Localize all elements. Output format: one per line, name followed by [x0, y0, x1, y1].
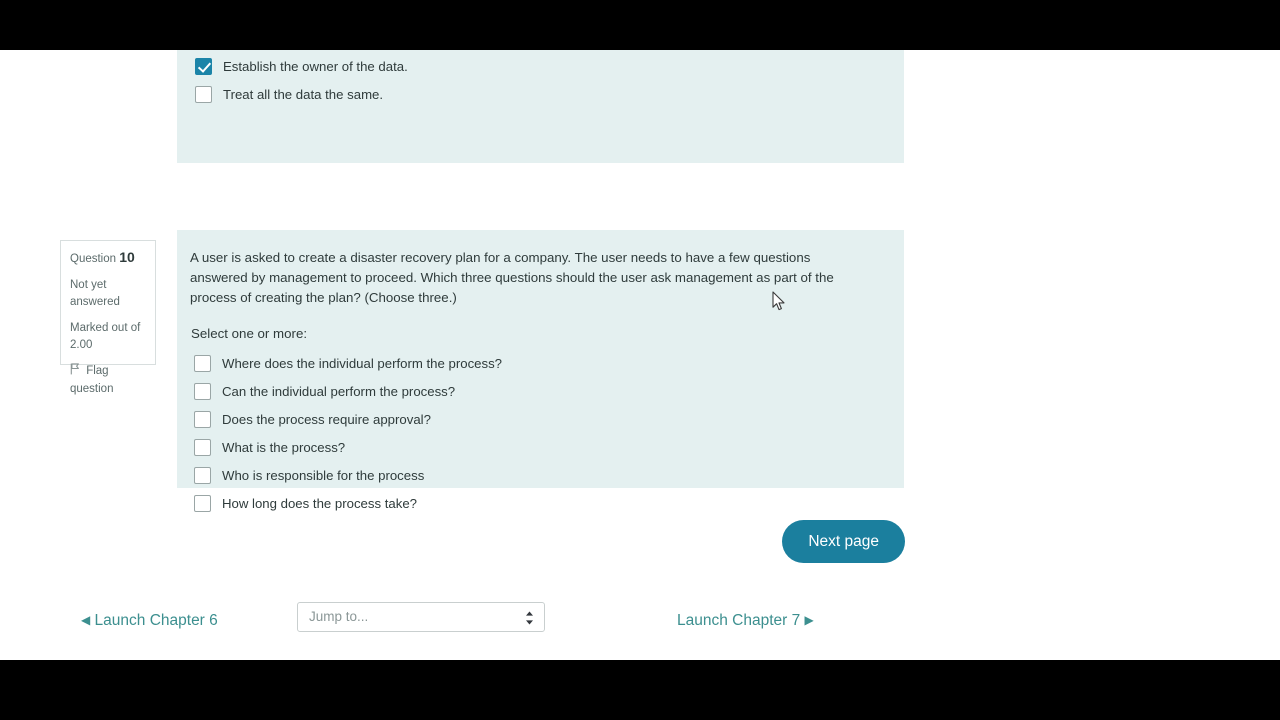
screen-recording-frame: Determine how often data is backed up. D…	[0, 0, 1280, 720]
previous-activity-link[interactable]: ◀ Launch Chapter 6	[81, 612, 218, 630]
question-10: Question 10 Not yet answered Marked out …	[60, 186, 905, 512]
flag-question-button[interactable]: Flag question	[70, 363, 145, 398]
answer-label: Treat all the data the same.	[223, 86, 384, 102]
answer-label: Who is responsible for the process	[222, 467, 425, 483]
answer-checkbox[interactable]	[194, 494, 211, 512]
next-activity-link[interactable]: Launch Chapter 7 ▶	[677, 612, 814, 630]
answer-label: Where does the individual perform the pr…	[222, 355, 503, 371]
answer-checkbox[interactable]	[195, 85, 212, 103]
question-answers: Where does the individual perform the pr…	[190, 349, 888, 517]
answer-option[interactable]: Who is responsible for the process	[190, 461, 888, 489]
question-grade: Marked out of 2.00	[70, 322, 141, 351]
answer-label: Establish the owner of the data.	[223, 58, 408, 74]
left-arrow-icon: ◀	[81, 613, 91, 627]
next-activity-label: Launch Chapter 7	[677, 612, 801, 629]
flag-icon	[70, 363, 80, 381]
answer-checkbox[interactable]	[194, 354, 211, 372]
answer-option[interactable]: Treat all the data the same.	[191, 80, 890, 108]
right-arrow-icon: ▶	[804, 613, 814, 627]
answer-checkbox[interactable]	[194, 410, 211, 428]
answer-option[interactable]: Can the individual perform the process?	[190, 377, 888, 405]
question-number-row: Question 10	[70, 249, 145, 268]
letterbox-bar-top	[0, 0, 1280, 50]
answer-label: Does the process require approval?	[222, 411, 431, 427]
answer-option[interactable]: Establish the owner of the data.	[191, 52, 890, 80]
spinner-arrows-icon	[524, 610, 535, 626]
next-page-button[interactable]: Next page	[782, 520, 905, 563]
letterbox-bar-bottom	[0, 660, 1280, 720]
answer-option[interactable]: Does the process require approval?	[190, 405, 888, 433]
answer-label: How long does the process take?	[222, 495, 417, 511]
question-body: A user is asked to create a disaster rec…	[177, 230, 904, 512]
jump-to-select[interactable]: Jump to...	[297, 602, 545, 632]
quiz-page: Determine how often data is backed up. D…	[0, 50, 1280, 660]
question-number-value: 10	[119, 249, 135, 265]
select-prompt: Select one or more:	[191, 326, 308, 341]
question-info-panel: Question 10 Not yet answered Marked out …	[60, 240, 156, 395]
previous-activity-label: Launch Chapter 6	[94, 612, 218, 629]
answer-checkbox[interactable]	[194, 382, 211, 400]
answer-option[interactable]: How long does the process take?	[190, 489, 888, 517]
jump-to-container: Jump to...	[297, 602, 545, 632]
answer-checkbox[interactable]	[194, 466, 211, 484]
previous-question-block: Determine how often data is backed up. D…	[177, 50, 904, 163]
answer-label: Can the individual perform the process?	[222, 383, 456, 399]
question-state: Not yet answered	[70, 279, 120, 308]
previous-question-answers: Determine how often data is backed up. D…	[191, 50, 890, 108]
next-page-container: Next page	[0, 520, 905, 563]
question-text: A user is asked to create a disaster rec…	[190, 250, 834, 305]
jump-to-placeholder: Jump to...	[309, 609, 369, 624]
question-number-label: Question	[70, 253, 117, 265]
answer-checkbox-checked[interactable]	[195, 57, 212, 75]
answer-label: What is the process?	[222, 439, 346, 455]
answer-checkbox[interactable]	[194, 438, 211, 456]
answer-option[interactable]: Where does the individual perform the pr…	[190, 349, 888, 377]
activity-navigation: ◀ Launch Chapter 6 Jump to... Launch Cha…	[0, 602, 960, 654]
answer-option[interactable]: What is the process?	[190, 433, 888, 461]
